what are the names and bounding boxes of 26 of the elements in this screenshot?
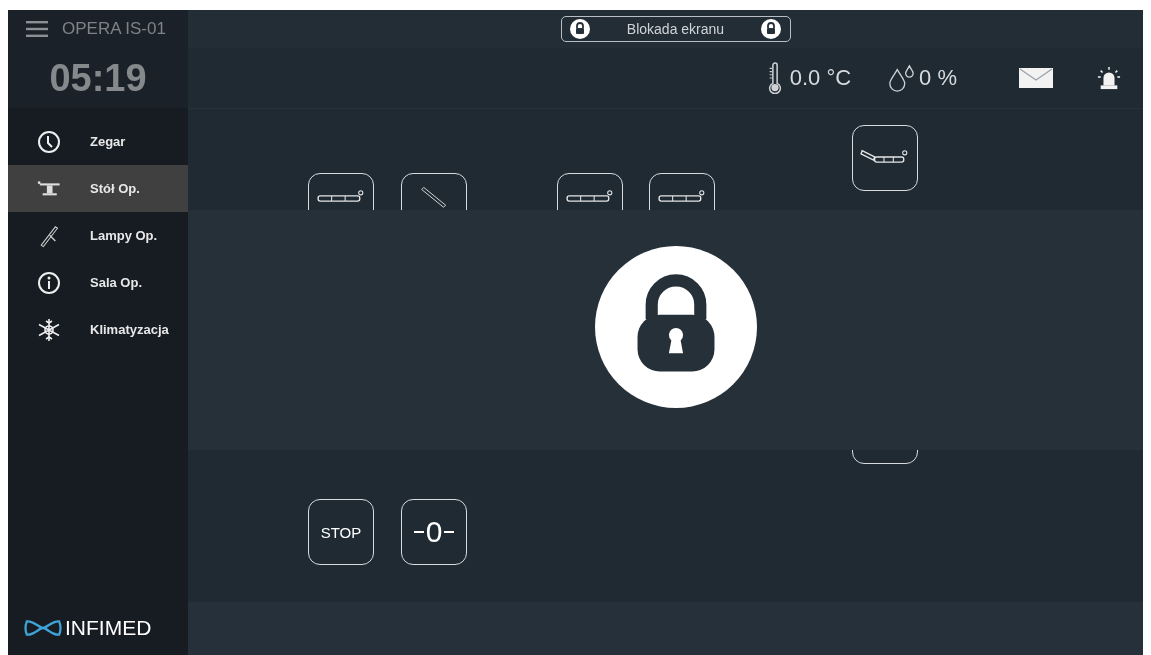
sidebar-item[interactable]: Lampy Op. [8,212,188,259]
logo-icon [24,617,62,638]
screen-lock-button[interactable]: Blokada ekranu [560,16,791,42]
tilted-table-icon [421,186,447,208]
humidity-icon [887,64,916,92]
thermometer-icon [767,62,782,94]
sidebar-item[interactable]: Zegar [8,118,188,165]
table-backrest-button[interactable] [852,125,918,191]
padlock-icon [569,19,590,39]
brand-name: INFIMED [65,615,152,640]
device-title: OPERA IS-01 [62,19,166,39]
zero-position-button[interactable]: 0 [401,499,467,565]
padlock-icon [761,19,782,39]
stop-button[interactable]: STOP [308,499,374,565]
clock-icon [37,129,61,154]
alarm-light-icon[interactable] [1097,66,1121,90]
sidebar-item[interactable]: Klimatyzacja [8,306,188,353]
clock-time: 05:19 [8,48,188,108]
menu-icon[interactable] [26,21,48,37]
snowflake-icon [37,317,61,342]
padlock-icon [594,246,757,408]
humidity-reading: 0 % [919,65,957,91]
info-icon [37,270,61,295]
temperature-reading: 0.0 °C [789,65,852,91]
sidebar-item[interactable]: Sala Op. [8,259,188,306]
sidebar-item[interactable]: Stół Op. [8,165,188,212]
